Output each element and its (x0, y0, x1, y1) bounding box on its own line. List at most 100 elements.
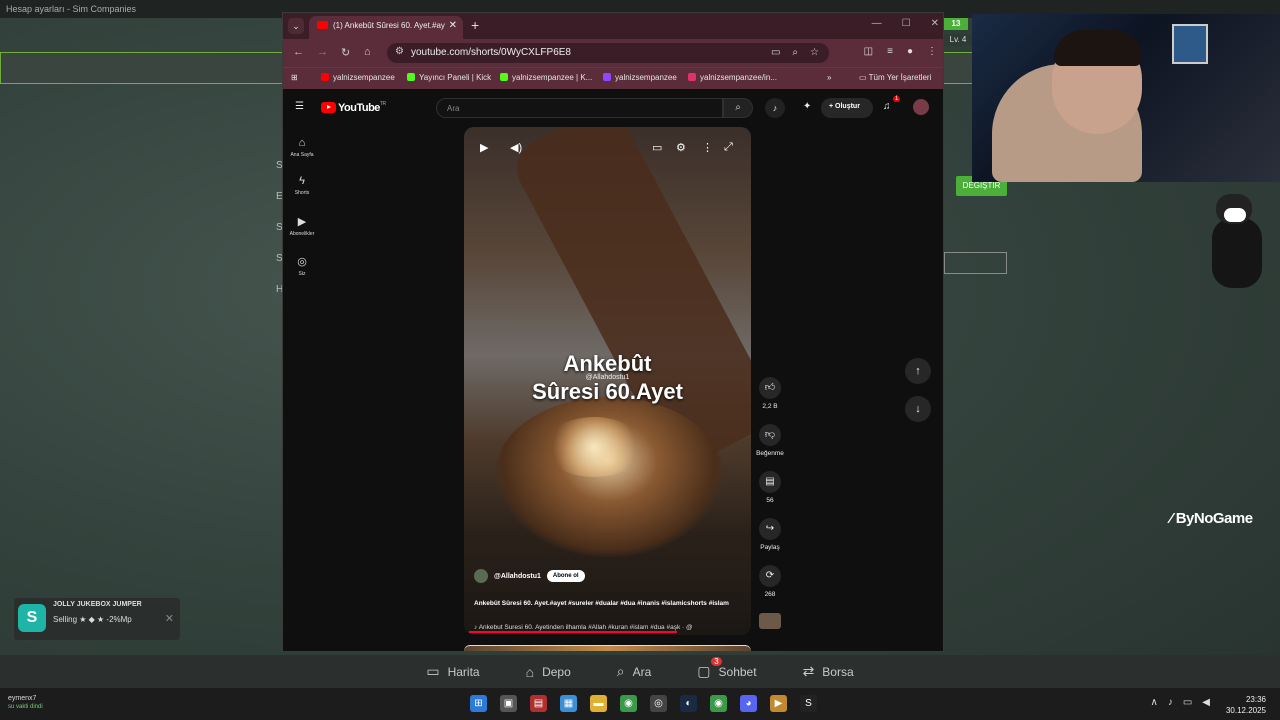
apps-icon[interactable]: ⊞ (291, 73, 298, 82)
simcompanies-taskbar-icon[interactable]: S (800, 695, 817, 712)
mic-icon[interactable]: ♪ (1168, 697, 1173, 708)
minimize-icon[interactable]: — (872, 18, 882, 29)
settings-icon[interactable]: ⚙ (676, 141, 686, 154)
back-icon[interactable]: ← (293, 46, 304, 58)
address-bar[interactable]: ⚙ youtube.com/shorts/0WyCXLFP6E8 ▭ ⌕ ☆ (387, 43, 829, 63)
start-icon[interactable]: ⊞ (470, 695, 487, 712)
video-icon[interactable]: ▶ (770, 695, 787, 712)
clock[interactable]: 23:36 30.12.2025 (1226, 694, 1266, 716)
previous-short-icon[interactable]: ↑ (905, 358, 931, 384)
video-description[interactable]: Ankebût Sûresi 60. Ayet.#ayet #sureler #… (474, 599, 744, 608)
channel-name[interactable]: @Allahdostu1 (494, 573, 541, 580)
new-tab-icon[interactable]: + (471, 17, 479, 33)
sound-thumbnail-image (759, 613, 781, 629)
channel-avatar[interactable] (474, 569, 488, 583)
reload-icon[interactable]: ↻ (341, 46, 350, 59)
task-view-icon[interactable]: ▣ (500, 695, 517, 712)
home-icon[interactable]: ⌂ (364, 46, 371, 58)
bookmark-item[interactable]: yalnizsempanzee (603, 73, 677, 82)
extensions-icon[interactable]: ◫ (864, 46, 873, 57)
comment-icon: ▤ (759, 471, 781, 493)
close-icon[interactable]: ✕ (165, 612, 174, 625)
share-button[interactable]: ↪ Paylaş (753, 518, 787, 551)
nav-warehouse[interactable]: ⌂ Depo (526, 664, 571, 680)
display-icon[interactable]: ▭ (1183, 697, 1192, 708)
zoom-icon[interactable]: ⌕ (792, 47, 798, 58)
photos-icon[interactable]: ▦ (560, 695, 577, 712)
fullscreen-icon[interactable]: ⤢ (724, 141, 733, 154)
youtube-logo[interactable]: YouTubeTR (321, 101, 386, 114)
install-icon[interactable]: ▭ (771, 47, 780, 58)
subscribe-button[interactable]: Abone ol (546, 570, 585, 582)
bookmark-item[interactable]: yalnizsempanzee (321, 73, 395, 82)
forward-icon[interactable]: → (317, 46, 328, 58)
map-icon: ▭ (426, 663, 440, 679)
subscriptions-icon: ▶ (297, 216, 307, 228)
chevron-up-icon[interactable]: ∧ (1151, 697, 1158, 708)
volume-icon[interactable]: ◀ (1202, 697, 1210, 708)
more-icon[interactable]: ⋮ (702, 141, 713, 154)
dancing-cat-overlay (1200, 188, 1270, 306)
media-icon[interactable]: ≡ (887, 46, 893, 57)
chrome-icon[interactable]: ◉ (620, 695, 637, 712)
ai-icon[interactable]: ✦ (803, 101, 811, 112)
discord-icon[interactable]: ◕ (740, 695, 757, 712)
close-window-icon[interactable]: ✕ (931, 18, 939, 29)
bookmark-star-icon[interactable]: ☆ (810, 47, 819, 58)
chrome-profile-icon[interactable]: ◉ (710, 695, 727, 712)
folder-icon[interactable]: ▬ (590, 695, 607, 712)
close-tab-icon[interactable]: ✕ (449, 20, 457, 31)
dislike-button[interactable]: 👎︎ Beğenme (753, 424, 787, 457)
sidebar-item-home[interactable]: ⌂ Ana Sayfa (283, 137, 321, 158)
steam-icon[interactable]: ◐ (680, 695, 697, 712)
bell-icon[interactable]: ♫ (883, 101, 891, 112)
next-short-icon[interactable]: ↓ (905, 396, 931, 422)
profile-icon[interactable]: ● (907, 46, 913, 57)
game-bottom-nav: ▭ Harita ⌂ Depo ⌕ Ara ▢ 3 Sohbet ⇄ Borsa (0, 655, 1280, 688)
poster (1172, 24, 1208, 64)
sidebar-item-you[interactable]: ◎ Siz (283, 255, 321, 277)
hamburger-menu-icon[interactable]: ☰ (295, 101, 304, 112)
captions-icon[interactable]: ▭ (652, 141, 662, 154)
volume-icon[interactable]: ◀) (510, 141, 522, 154)
voice-search-icon[interactable]: ♪ (765, 98, 785, 118)
sidebar-item-shorts[interactable]: ϟ Shorts (283, 175, 321, 196)
nav-map[interactable]: ▭ Harita (426, 663, 479, 680)
level-badge: 13 (944, 18, 968, 30)
tab-search-icon[interactable]: ⌄ (288, 18, 304, 34)
maximize-icon[interactable]: ☐ (902, 18, 911, 29)
music-info[interactable]: ♪ Ankebut Suresi 60. Ayetinden ilhamla #… (474, 624, 744, 631)
video-progress-bar[interactable] (469, 631, 677, 633)
bookmark-item[interactable]: yalnizsempanzee/in... (688, 73, 777, 82)
avatar[interactable] (913, 99, 929, 115)
app-icon[interactable]: ▤ (530, 695, 547, 712)
sidebar-item-subscriptions[interactable]: ▶ Abonelikler (283, 215, 321, 237)
windows-taskbar: eymenx7 su vakti dindi ⊞ ▣ ▤ ▦ ▬ ◉ ◎ ◐ ◉… (0, 688, 1280, 720)
sound-thumbnail[interactable] (753, 613, 787, 629)
youtube-favicon-icon (317, 21, 328, 29)
nav-exchange[interactable]: ⇄ Borsa (803, 663, 854, 680)
all-bookmarks[interactable]: ▭ Tüm Yer İşaretleri (859, 73, 931, 82)
comments-button[interactable]: ▤ 56 (753, 471, 787, 504)
bookmark-item[interactable]: yalnizsempanzee | K... (500, 73, 592, 82)
short-video-player[interactable]: ▶ ◀) ▭ ⚙ ⋮ ⤢ Ankebût Sûresi 60.Ayet @All… (464, 127, 751, 635)
menu-icon[interactable]: ⋮ (927, 46, 937, 57)
nav-search[interactable]: ⌕ Ara (617, 663, 652, 680)
more-bookmarks-icon[interactable]: » (827, 73, 831, 82)
play-icon[interactable]: ▶ (480, 141, 488, 154)
next-short-preview[interactable] (464, 645, 751, 651)
github-icon[interactable]: ◎ (650, 695, 667, 712)
bookmark-item[interactable]: Yayıncı Paneli | Kick (407, 73, 491, 82)
like-button[interactable]: 👍︎ 2,2 B (753, 377, 787, 410)
site-info-icon[interactable]: ⚙ (395, 46, 404, 57)
taskbar-user: eymenx7 su vakti dindi (8, 695, 43, 710)
remix-button[interactable]: ⟳ 268 (753, 565, 787, 598)
nav-chat[interactable]: ▢ 3 Sohbet (697, 657, 757, 680)
settings-input[interactable] (944, 252, 1007, 274)
system-tray: ∧ ♪ ▭ ◀ (1151, 697, 1210, 708)
tab-youtube[interactable]: (1) Ankebût Sûresi 60. Ayet.#ay ✕ (309, 16, 463, 39)
search-input[interactable]: Ara (436, 98, 723, 118)
chat-icon: ▢ (697, 663, 711, 679)
search-button[interactable]: ⌕ (723, 98, 753, 118)
create-button[interactable]: + Oluştur (821, 98, 873, 118)
